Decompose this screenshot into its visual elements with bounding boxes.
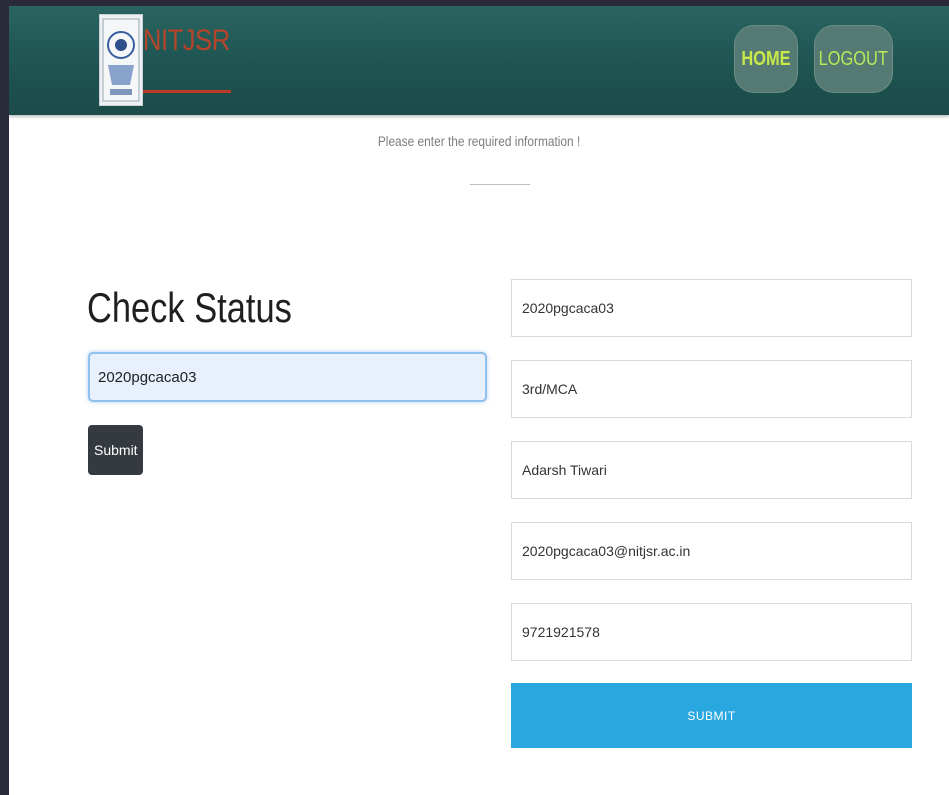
logo-underline: [143, 90, 231, 93]
logo[interactable]: NITJSR: [99, 14, 234, 106]
instruction-text-label: Please enter the required information !: [377, 133, 581, 149]
logo-text: NITJSR: [143, 24, 230, 57]
email-field[interactable]: [511, 522, 912, 580]
registration-number-field[interactable]: [511, 279, 912, 337]
divider: [470, 184, 530, 185]
home-button[interactable]: HOME: [734, 25, 798, 93]
institute-emblem-icon: [99, 14, 143, 106]
page-title: Check Status: [87, 284, 292, 331]
registration-search-input[interactable]: [88, 352, 487, 402]
app-window: NITJSR HOME LOGOUT Please enter the requ…: [9, 6, 949, 795]
top-navbar: NITJSR HOME LOGOUT: [9, 6, 949, 115]
semester-course-field[interactable]: [511, 360, 912, 418]
instruction-text: Please enter the required information !: [9, 133, 949, 149]
logout-button-label: LOGOUT: [818, 47, 889, 70]
check-status-submit-button[interactable]: Submit: [88, 425, 143, 475]
home-button-label: HOME: [741, 47, 791, 70]
phone-field[interactable]: [511, 603, 912, 661]
logout-button[interactable]: LOGOUT: [814, 25, 893, 93]
student-name-field[interactable]: [511, 441, 912, 499]
form-submit-button[interactable]: SUBMIT: [511, 683, 912, 748]
